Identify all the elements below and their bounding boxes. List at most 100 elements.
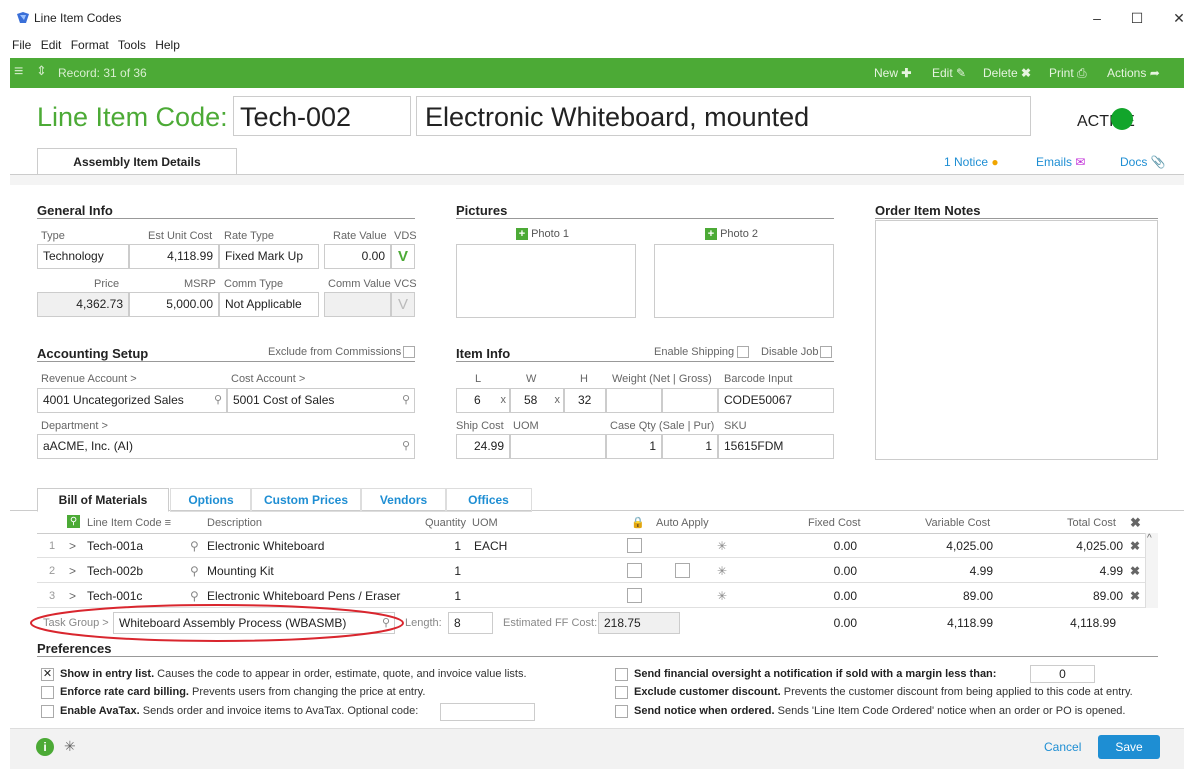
exclude-commissions-checkbox[interactable] <box>403 346 415 358</box>
photo-2-frame[interactable] <box>654 244 834 318</box>
delete-row-icon[interactable]: ✖ <box>1130 535 1140 557</box>
height-field[interactable]: 32 <box>564 388 606 413</box>
exclude-discount-checkbox[interactable] <box>615 686 628 699</box>
delete-row-icon[interactable]: ✖ <box>1130 560 1140 582</box>
cancel-button[interactable]: Cancel <box>1044 740 1081 754</box>
delete-button[interactable]: Delete ✖ <box>983 66 1031 80</box>
row-quantity[interactable]: 1 <box>417 585 461 607</box>
notice-link[interactable]: 1 Notice ● <box>944 155 999 169</box>
price-field[interactable]: 4,362.73 <box>37 292 129 317</box>
col-uom[interactable]: UOM <box>472 517 498 529</box>
weight-gross-field[interactable] <box>662 388 718 413</box>
row-description[interactable]: Mounting Kit <box>207 560 274 582</box>
enable-shipping-checkbox[interactable] <box>737 346 749 358</box>
show-in-entry-list-checkbox[interactable]: ✕ <box>41 668 54 681</box>
expand-icon[interactable]: > <box>69 560 76 582</box>
info-icon[interactable]: i <box>36 738 54 756</box>
description-field[interactable]: Electronic Whiteboard, mounted <box>416 96 1031 136</box>
col-fixed-cost[interactable]: Fixed Cost <box>808 517 861 529</box>
sku-field[interactable]: 15615FDM <box>718 434 834 459</box>
row-code[interactable]: Tech-002b <box>87 560 143 582</box>
rate-type-field[interactable]: Fixed Mark Up <box>219 244 319 269</box>
col-auto-apply[interactable]: Auto Apply <box>656 517 709 529</box>
ship-cost-field[interactable]: 24.99 <box>456 434 510 459</box>
row-uom[interactable]: EACH <box>474 535 507 557</box>
col-line-item-code[interactable]: Line Item Code ≡ <box>87 517 171 529</box>
row-quantity[interactable]: 1 <box>417 535 461 557</box>
send-notice-checkbox[interactable] <box>615 705 628 718</box>
tab-bill-of-materials[interactable]: Bill of Materials <box>37 488 169 512</box>
auto-apply-checkbox[interactable] <box>675 563 690 578</box>
menu-file[interactable]: File <box>12 38 31 52</box>
financial-oversight-checkbox[interactable] <box>615 668 628 681</box>
hamburger-icon[interactable]: ≡ <box>14 63 23 81</box>
col-variable-cost[interactable]: Variable Cost <box>925 517 990 529</box>
length-field[interactable]: 6x <box>456 388 510 413</box>
search-icon[interactable]: ⚲ <box>190 560 199 582</box>
length-input[interactable]: 8 <box>448 612 493 634</box>
print-button[interactable]: Print ⎙ <box>1049 66 1087 81</box>
search-icon[interactable]: ⚲ <box>402 389 410 412</box>
col-total-cost[interactable]: Total Cost <box>1067 517 1116 529</box>
department-field[interactable]: aACME, Inc. (AI) ⚲ <box>37 434 415 459</box>
avatax-code-input[interactable] <box>440 703 535 721</box>
minimize-icon[interactable]: – <box>1087 10 1107 26</box>
menu-help[interactable]: Help <box>155 38 180 52</box>
x-icon[interactable]: ✖ <box>1130 515 1141 531</box>
cost-account-field[interactable]: 5001 Cost of Sales ⚲ <box>227 388 415 413</box>
emails-link[interactable]: Emails ✉ <box>1036 155 1085 169</box>
col-quantity[interactable]: Quantity <box>425 517 466 529</box>
search-icon[interactable]: ⚲ <box>190 535 199 557</box>
vds-toggle[interactable]: V <box>391 244 415 269</box>
pin-icon[interactable]: ✳ <box>717 585 727 607</box>
delete-row-icon[interactable]: ✖ <box>1130 585 1140 607</box>
rate-value-field[interactable]: 0.00 <box>324 244 391 269</box>
actions-button[interactable]: Actions ➦ <box>1107 66 1160 80</box>
row-quantity[interactable]: 1 <box>417 560 461 582</box>
weight-net-field[interactable] <box>606 388 662 413</box>
row-code[interactable]: Tech-001a <box>87 535 143 557</box>
add-photo-2-button[interactable]: + Photo 2 <box>705 228 758 240</box>
add-photo-1-button[interactable]: + Photo 1 <box>516 228 569 240</box>
msrp-field[interactable]: 5,000.00 <box>129 292 219 317</box>
comm-value-field[interactable] <box>324 292 391 317</box>
enforce-rate-card-checkbox[interactable] <box>41 686 54 699</box>
menu-format[interactable]: Format <box>71 38 109 52</box>
comm-type-field[interactable]: Not Applicable <box>219 292 319 317</box>
search-icon[interactable]: ⚲ <box>214 389 222 412</box>
width-field[interactable]: 58 x <box>510 388 564 413</box>
tab-custom-prices[interactable]: Custom Prices <box>250 488 362 512</box>
row-checkbox[interactable] <box>627 563 642 578</box>
scroll-up-icon[interactable]: ^ <box>1147 533 1152 544</box>
grid-scrollbar[interactable]: ^ <box>1145 533 1158 608</box>
est-unit-cost-field[interactable]: 4,118.99 <box>129 244 219 269</box>
menu-tools[interactable]: Tools <box>118 38 146 52</box>
pin-icon[interactable]: ✳ <box>717 535 727 557</box>
table-row[interactable]: 1 > Tech-001a ⚲ Electronic Whiteboard 1 … <box>37 535 1157 558</box>
case-qty-sale-field[interactable]: 1 <box>606 434 662 459</box>
enable-avatax-checkbox[interactable] <box>41 705 54 718</box>
save-button[interactable]: Save <box>1098 735 1160 759</box>
tab-vendors[interactable]: Vendors <box>360 488 447 512</box>
new-button[interactable]: New ✚ <box>874 66 911 80</box>
col-description[interactable]: Description <box>207 517 262 529</box>
menu-edit[interactable]: Edit <box>41 38 62 52</box>
pin-icon[interactable]: ✳ <box>64 738 76 755</box>
pin-icon[interactable]: ✳ <box>717 560 727 582</box>
disable-job-checkbox[interactable] <box>820 346 832 358</box>
close-icon[interactable]: ✕ <box>1169 10 1189 27</box>
code-field[interactable]: Tech-002 <box>233 96 411 136</box>
barcode-field[interactable]: CODE50067 <box>718 388 834 413</box>
type-field[interactable]: Technology <box>37 244 129 269</box>
order-notes-textarea[interactable] <box>875 220 1158 460</box>
case-qty-pur-field[interactable]: 1 <box>662 434 718 459</box>
margin-threshold-input[interactable]: 0 <box>1030 665 1095 683</box>
maximize-icon[interactable]: ☐ <box>1127 10 1147 27</box>
search-icon[interactable]: ⚲ <box>402 435 410 458</box>
status-indicator[interactable] <box>1111 108 1133 130</box>
expand-icon[interactable]: > <box>69 535 76 557</box>
cost-account-label[interactable]: Cost Account > <box>231 373 305 385</box>
docs-link[interactable]: Docs 📎 <box>1120 155 1166 169</box>
uom-field[interactable] <box>510 434 606 459</box>
tab-assembly-item-details[interactable]: Assembly Item Details <box>37 148 237 175</box>
